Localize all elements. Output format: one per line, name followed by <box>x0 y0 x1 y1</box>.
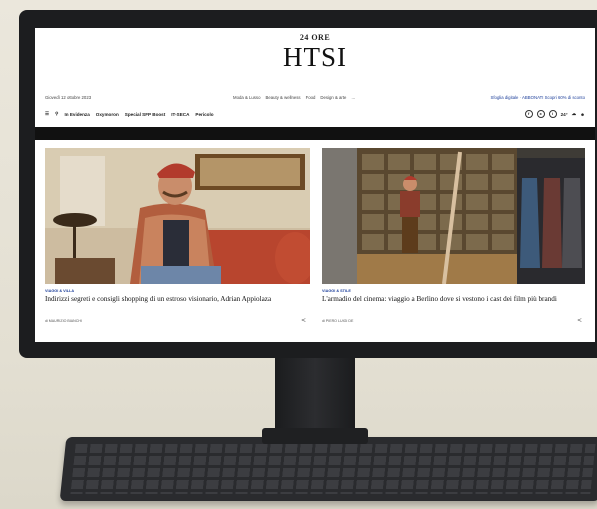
article-author: di PIERO LUIGI DE <box>322 319 354 323</box>
article-tag[interactable]: VIAGGI & VILLA <box>45 289 74 293</box>
share-icon[interactable]: < <box>301 317 306 324</box>
social-icon[interactable]: i <box>548 110 557 118</box>
ad-banner <box>35 127 595 140</box>
section-links: Moda & Lusso Beauty & wellness Food Desi… <box>233 95 355 100</box>
nav-item[interactable]: Special SFP Boost <box>125 112 166 117</box>
user-icon[interactable]: ☻ <box>580 112 585 117</box>
browser-screen: 24 ORE HTSI Giovedì 12 ottobre 2023 Moda… <box>35 28 595 342</box>
menu-icon[interactable]: ☰ <box>45 111 49 117</box>
article-headline[interactable]: Indirizzi segreti e consigli shopping di… <box>45 295 307 303</box>
temperature-label: 24° <box>560 111 568 117</box>
search-icon[interactable]: ⚲ <box>55 111 58 117</box>
weather-icon: ☁ <box>571 111 577 116</box>
nav-item[interactable]: Pericolo <box>195 112 213 117</box>
article-tag[interactable]: VIAGGI & STILE <box>322 289 351 293</box>
nav-bar: ☰ ⚲ In Evidenza Oxymoron Special SFP Boo… <box>45 110 585 122</box>
section-link[interactable]: Beauty & wellness <box>265 95 300 100</box>
article-author: di MAURIZIO BIANCHI <box>45 319 82 323</box>
publisher-logo[interactable]: 24 ORE <box>35 33 595 42</box>
share-icon[interactable]: < <box>577 317 582 324</box>
date-label: Giovedì 12 ottobre 2023 <box>45 95 92 100</box>
article-headline[interactable]: L'armadio del cinema: viaggio a Berlino … <box>322 295 584 303</box>
monitor-stand-base <box>262 428 368 444</box>
section-link[interactable]: Moda & Lusso <box>233 95 260 100</box>
subscribe-link[interactable]: Sfoglia digitale · ABBONATI Scopri 60% d… <box>491 95 586 100</box>
keyboard <box>59 437 597 501</box>
article-photo[interactable] <box>322 148 585 284</box>
article-photo[interactable] <box>45 148 310 284</box>
section-link[interactable]: Food <box>306 95 316 100</box>
site-title[interactable]: HTSI <box>35 42 595 73</box>
social-icon[interactable]: x <box>536 110 545 118</box>
nav-item[interactable]: IT-SECA <box>171 112 189 117</box>
section-link[interactable]: ... <box>351 95 355 100</box>
section-link[interactable]: Design & arte <box>320 95 346 100</box>
nav-item[interactable]: In Evidenza <box>65 112 90 117</box>
meta-row: Giovedì 12 ottobre 2023 Moda & Lusso Bea… <box>45 95 585 105</box>
social-icon[interactable]: f <box>524 110 533 118</box>
nav-item[interactable]: Oxymoron <box>96 112 119 117</box>
